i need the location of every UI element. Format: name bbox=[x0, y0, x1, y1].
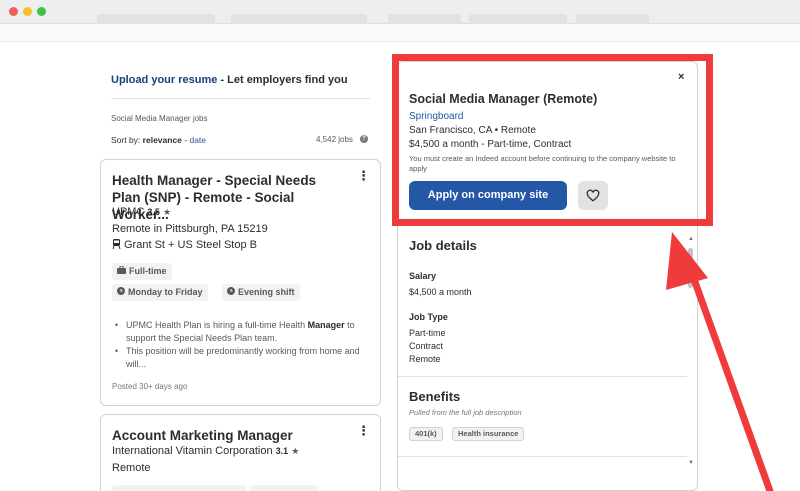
transit-info: Grant St + US Steel Stop B bbox=[112, 239, 257, 251]
more-options-icon[interactable]: ⋮ bbox=[357, 424, 370, 437]
briefcase-icon bbox=[117, 266, 126, 274]
job-type-value: Contract bbox=[409, 341, 444, 351]
upload-resume-text: - Let employers find you bbox=[217, 74, 348, 86]
transit-label: Grant St + US Steel Stop B bbox=[124, 239, 257, 251]
browser-tab[interactable] bbox=[469, 14, 567, 24]
browser-tab[interactable] bbox=[388, 14, 461, 24]
snippet-bullet: UPMC Health Plan is hiring a full-time H… bbox=[112, 319, 362, 345]
job-details-scroll-area[interactable]: Job details Salary $4,500 a month Job Ty… bbox=[398, 226, 697, 490]
clock-icon bbox=[117, 287, 125, 295]
salary-label: Salary bbox=[409, 271, 437, 281]
snippet-bullet: This position will be predominantly work… bbox=[112, 345, 362, 371]
clock-icon bbox=[227, 287, 235, 295]
company-rating: 3.5 bbox=[147, 207, 160, 217]
divider bbox=[398, 456, 687, 457]
tag-label: Full-time bbox=[129, 266, 167, 276]
annotation-highlight-box bbox=[392, 54, 713, 226]
more-options-icon[interactable]: ⋮ bbox=[357, 169, 370, 182]
sort-options: Sort by: relevance - date bbox=[111, 135, 206, 145]
job-title[interactable]: Account Marketing Manager bbox=[112, 427, 347, 444]
divider bbox=[398, 376, 687, 377]
job-card[interactable]: Health Manager - Special Needs Plan (SNP… bbox=[100, 159, 381, 406]
maximize-window-dot[interactable] bbox=[37, 7, 46, 16]
scroll-up-arrow-icon[interactable]: ▲ bbox=[688, 236, 694, 242]
benefit-chip: 401(k) bbox=[409, 427, 443, 441]
job-location: Remote bbox=[112, 462, 151, 474]
benefits-heading: Benefits bbox=[409, 389, 461, 404]
close-window-dot[interactable] bbox=[9, 7, 18, 16]
posted-date: Posted 30+ days ago bbox=[112, 382, 188, 391]
browser-tab[interactable] bbox=[576, 14, 649, 24]
job-card[interactable]: Account Marketing Manager ⋮ Internationa… bbox=[100, 414, 381, 491]
job-details-heading: Job details bbox=[409, 238, 477, 253]
job-type-tag: Full-time bbox=[112, 263, 172, 280]
schedule-tag: Monday to Friday bbox=[112, 284, 208, 301]
scrollbar[interactable]: ▲ ▼ bbox=[687, 236, 694, 466]
company-name: UPMC 3.5 ★ bbox=[112, 206, 171, 218]
benefit-chip: Health insurance bbox=[452, 427, 525, 441]
scroll-thumb[interactable] bbox=[688, 248, 693, 288]
job-type-tag bbox=[251, 485, 317, 491]
star-icon: ★ bbox=[291, 446, 300, 456]
job-type-label: Job Type bbox=[409, 312, 448, 322]
site-header bbox=[0, 24, 800, 42]
upload-resume-banner: Upload your resume - Let employers find … bbox=[111, 74, 348, 86]
browser-titlebar bbox=[0, 0, 800, 24]
browser-tab[interactable] bbox=[97, 14, 215, 24]
salary-value: $4,500 a month bbox=[409, 287, 472, 297]
tag-label: Monday to Friday bbox=[128, 287, 203, 297]
salary-tag bbox=[112, 485, 246, 491]
train-icon bbox=[112, 239, 121, 250]
sort-relevance[interactable]: relevance bbox=[143, 135, 182, 145]
company-name: International Vitamin Corporation 3.1 ★ bbox=[112, 445, 299, 457]
company-label: International Vitamin Corporation bbox=[112, 445, 273, 457]
benefits-subtitle: Pulled from the full job description bbox=[409, 408, 522, 417]
company-rating: 3.1 bbox=[275, 446, 289, 456]
company-label: UPMC bbox=[112, 206, 145, 218]
job-type-value: Part-time bbox=[409, 328, 446, 338]
star-icon: ★ bbox=[162, 207, 172, 217]
sort-label: Sort by: bbox=[111, 135, 141, 145]
job-type-value: Remote bbox=[409, 354, 441, 364]
sort-date-link[interactable]: date bbox=[189, 135, 206, 145]
tag-label: Evening shift bbox=[238, 287, 295, 297]
shift-tag: Evening shift bbox=[222, 284, 300, 301]
job-count: 4,542 jobs bbox=[316, 135, 353, 144]
help-icon[interactable]: ? bbox=[360, 135, 368, 143]
job-snippet: UPMC Health Plan is hiring a full-time H… bbox=[112, 319, 362, 371]
upload-resume-link[interactable]: Upload your resume bbox=[111, 74, 217, 86]
scroll-down-arrow-icon[interactable]: ▼ bbox=[688, 460, 694, 466]
job-location: Remote in Pittsburgh, PA 15219 bbox=[112, 223, 268, 235]
browser-tab[interactable] bbox=[231, 14, 367, 24]
divider bbox=[111, 98, 370, 99]
jobs-heading: Social Media Manager jobs bbox=[111, 114, 208, 123]
minimize-window-dot[interactable] bbox=[23, 7, 32, 16]
